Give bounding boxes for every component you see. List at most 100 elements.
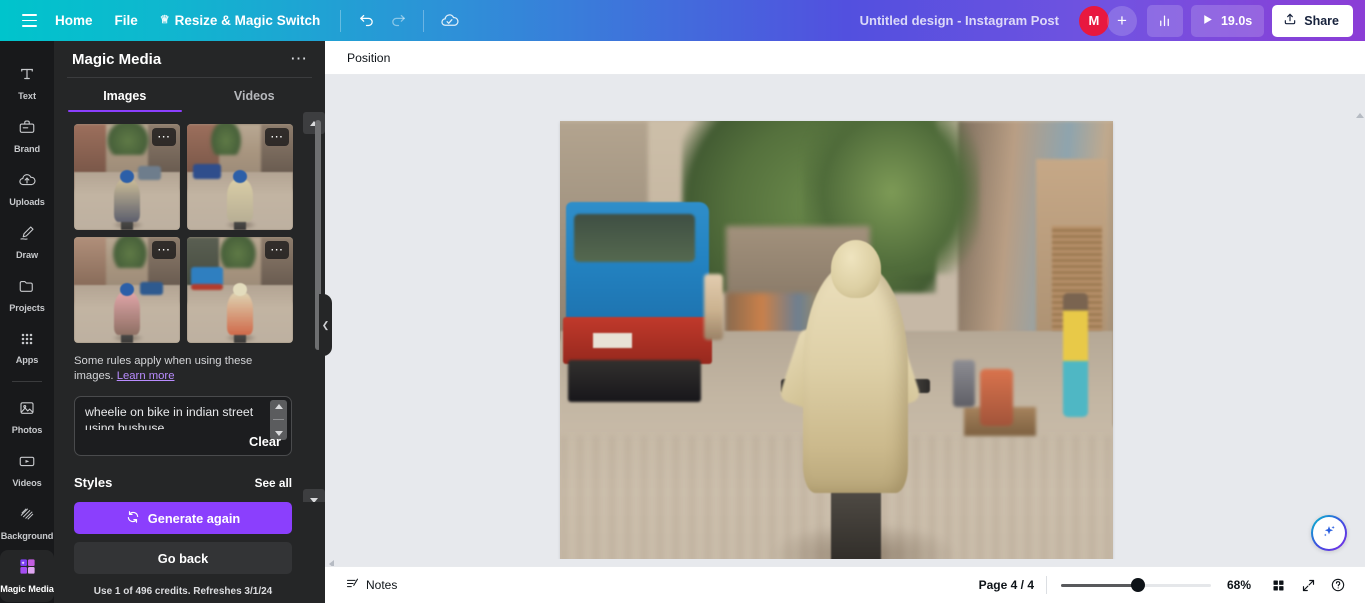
sidebar-label-background: Background xyxy=(0,530,54,541)
sidebar-item-uploads[interactable]: Uploads xyxy=(0,163,54,215)
folder-icon xyxy=(18,277,36,300)
avatar[interactable]: M xyxy=(1078,5,1109,36)
zoom-slider[interactable] xyxy=(1061,576,1211,594)
generated-image-4[interactable]: ⋯ xyxy=(187,237,293,343)
sidebar-label-magic-media: Magic Media xyxy=(0,584,54,595)
magic-sparkle-fab[interactable] xyxy=(1311,515,1347,551)
chevron-left-icon: ❮ xyxy=(321,319,330,330)
generate-again-button[interactable]: Generate again xyxy=(74,502,292,534)
redo-arrow-icon[interactable] xyxy=(382,5,414,37)
panel-scroll-down-icon[interactable] xyxy=(303,489,325,502)
prompt-spinner-divider xyxy=(270,413,287,426)
styles-label: Styles xyxy=(74,475,113,490)
rail-divider xyxy=(12,381,42,382)
present-button[interactable]: 19.0s xyxy=(1190,4,1265,37)
generated-image-2[interactable]: ⋯ xyxy=(187,124,293,230)
canvas-scroll-area[interactable] xyxy=(325,75,1365,566)
magic-media-panel: Magic Media ⋯ Images Videos ⋯ ⋯ ⋯ ⋯ Some… xyxy=(54,41,325,603)
triangle-up-icon[interactable] xyxy=(1356,113,1364,118)
sidebar-item-apps[interactable]: Apps xyxy=(0,322,54,374)
crown-icon: ♕ xyxy=(159,14,170,26)
panel-title: Magic Media xyxy=(72,50,162,68)
thumbnail-menu-icon-4[interactable]: ⋯ xyxy=(265,241,289,259)
apps-grid-icon xyxy=(19,331,35,352)
panel-header: Magic Media ⋯ xyxy=(54,41,325,77)
toolbar-divider-2 xyxy=(423,9,425,32)
document-title[interactable]: Untitled design - Instagram Post xyxy=(848,7,1071,34)
canvas-horizontal-scrollbar[interactable] xyxy=(325,559,1355,566)
sidebar-label-projects: Projects xyxy=(9,303,45,313)
bottom-bar-right-group: Page 4 / 4 68% xyxy=(979,570,1353,600)
tab-videos[interactable]: Videos xyxy=(190,78,320,112)
left-rail: Text Brand Uploads Draw Projects Apps Ph… xyxy=(0,41,54,603)
zoom-slider-knob[interactable] xyxy=(1131,578,1145,592)
design-page[interactable] xyxy=(560,121,1113,566)
expand-arrows-icon[interactable] xyxy=(1293,570,1323,600)
question-circle-icon[interactable] xyxy=(1323,570,1353,600)
menu-file[interactable]: File xyxy=(104,7,149,34)
brand-briefcase-icon xyxy=(18,118,36,141)
clear-button[interactable]: Clear xyxy=(249,434,281,449)
sidebar-label-uploads: Uploads xyxy=(9,197,45,207)
plus-icon[interactable]: + xyxy=(1106,5,1137,36)
cloud-saved-icon[interactable] xyxy=(433,5,465,37)
hamburger-icon[interactable] xyxy=(14,6,44,36)
workspace: Position xyxy=(325,41,1365,603)
ellipsis-icon[interactable]: ⋯ xyxy=(286,46,312,72)
background-hatch-icon xyxy=(18,505,36,528)
undo-arrow-icon[interactable] xyxy=(350,5,382,37)
grid-view-icon[interactable] xyxy=(1263,570,1293,600)
share-button[interactable]: Share xyxy=(1272,4,1353,37)
thumbnail-menu-icon-2[interactable]: ⋯ xyxy=(265,128,289,146)
sidebar-item-projects[interactable]: Projects xyxy=(0,269,54,321)
tab-images[interactable]: Images xyxy=(60,78,190,112)
go-back-label: Go back xyxy=(157,550,209,566)
usage-rules-text: Some rules apply when using these images… xyxy=(74,354,292,384)
sidebar-item-brand[interactable]: Brand xyxy=(0,110,54,162)
triangle-up-icon[interactable] xyxy=(270,400,287,413)
bottom-bar: Notes Page 4 / 4 68% xyxy=(325,566,1365,603)
menu-home[interactable]: Home xyxy=(44,7,104,34)
styles-section-header: Styles See all xyxy=(74,475,292,490)
thumbnail-menu-icon-3[interactable]: ⋯ xyxy=(152,241,176,259)
position-button[interactable]: Position xyxy=(337,45,400,71)
canvas-vertical-scrollbar[interactable] xyxy=(1355,109,1365,529)
page-indicator[interactable]: Page 4 / 4 xyxy=(979,578,1046,592)
sidebar-label-brand: Brand xyxy=(13,144,41,154)
upload-cloud-icon xyxy=(18,171,36,194)
sidebar-item-text[interactable]: Text xyxy=(0,57,54,109)
magic-sparkle-icon xyxy=(1320,522,1338,545)
panel-collapse-handle[interactable]: ❮ xyxy=(319,294,332,356)
bar-chart-icon[interactable] xyxy=(1146,4,1183,37)
zoom-slider-fill xyxy=(1061,583,1139,587)
top-bar-left-group: Home File ♕ Resize & Magic Switch xyxy=(0,5,465,37)
notes-button[interactable]: Notes xyxy=(337,571,405,599)
sidebar-label-draw: Draw xyxy=(15,250,39,260)
thumbnail-menu-icon-1[interactable]: ⋯ xyxy=(152,128,176,146)
sidebar-item-magic-media[interactable]: Magic Media xyxy=(0,549,54,602)
video-play-icon xyxy=(18,452,36,475)
see-all-styles-button[interactable]: See all xyxy=(255,476,292,490)
learn-more-link[interactable]: Learn more xyxy=(117,370,175,382)
sidebar-item-background[interactable]: Background xyxy=(0,497,54,549)
tab-images-label: Images xyxy=(103,89,147,103)
top-bar: Home File ♕ Resize & Magic Switch Untitl… xyxy=(0,0,1365,41)
prompt-input[interactable]: wheelie on bike in indian street using b… xyxy=(74,396,292,456)
panel-scroll-up-icon[interactable] xyxy=(303,112,325,134)
generated-image-3[interactable]: ⋯ xyxy=(74,237,180,343)
go-back-button[interactable]: Go back xyxy=(74,542,292,574)
refresh-icon xyxy=(126,510,140,527)
context-toolbar: Position xyxy=(325,41,1365,75)
credits-text: Use 1 of 496 credits. Refreshes 3/1/24 xyxy=(93,586,273,597)
sidebar-item-draw[interactable]: Draw xyxy=(0,216,54,268)
menu-resize-magic-switch[interactable]: ♕ Resize & Magic Switch xyxy=(149,7,331,34)
sidebar-item-videos[interactable]: Videos xyxy=(0,444,54,496)
pencil-draw-icon xyxy=(18,224,36,247)
sidebar-item-photos[interactable]: Photos xyxy=(0,391,54,443)
generated-image-1[interactable]: ⋯ xyxy=(74,124,180,230)
upload-icon xyxy=(1283,12,1297,29)
sidebar-label-photos: Photos xyxy=(11,424,43,435)
sidebar-label-text: Text xyxy=(18,91,36,101)
notes-label: Notes xyxy=(366,578,398,592)
zoom-level-label[interactable]: 68% xyxy=(1211,578,1263,592)
